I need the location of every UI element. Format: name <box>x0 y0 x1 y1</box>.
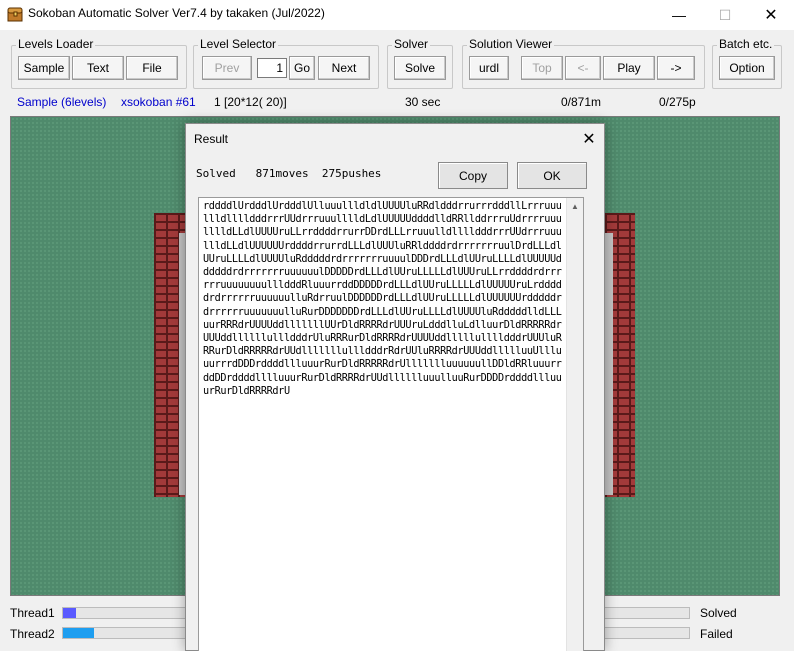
level-info: 1 [20*12( 20)] <box>214 95 287 109</box>
thread2-label: Thread2 <box>10 627 55 641</box>
level-number-input[interactable]: 1 <box>257 58 287 78</box>
solve-time: 30 sec <box>405 95 441 109</box>
solution-viewer-group: Solution Viewer urdl Top <- Play -> <box>462 37 705 89</box>
step-forward-button[interactable]: -> <box>657 56 695 80</box>
top-button[interactable]: Top <box>521 56 563 80</box>
maximize-icon[interactable]: ☐ <box>702 0 748 30</box>
thread1-progress-fill <box>63 608 76 618</box>
dialog-close-icon[interactable]: ✕ <box>578 128 600 150</box>
dialog-title: Result <box>194 132 229 146</box>
thread1-label: Thread1 <box>10 606 55 620</box>
text-button[interactable]: Text <box>72 56 124 80</box>
solver-group: Solver Solve <box>387 37 453 89</box>
result-dialog: Result ✕ Solved 871moves 275pushes Copy … <box>185 123 605 651</box>
file-button[interactable]: File <box>126 56 178 80</box>
solver-label: Solver <box>392 37 431 51</box>
level-name: xsokoban #61 <box>121 95 196 109</box>
minimize-icon[interactable]: — <box>656 0 702 30</box>
option-button[interactable]: Option <box>719 56 775 80</box>
title-bar: Sokoban Automatic Solver Ver7.4 by takak… <box>0 0 794 30</box>
thread1-state: Solved <box>700 606 737 620</box>
next-button[interactable]: Next <box>318 56 370 80</box>
level-selector-group: Level Selector Prev 1 Go Next <box>193 37 379 89</box>
floor-right <box>605 233 613 495</box>
treasure-chest-icon <box>7 7 23 22</box>
play-button[interactable]: Play <box>603 56 655 80</box>
window-title: Sokoban Automatic Solver Ver7.4 by takak… <box>28 6 325 20</box>
close-icon[interactable]: ✕ <box>748 0 794 30</box>
solution-viewer-label: Solution Viewer <box>467 37 555 51</box>
solve-button[interactable]: Solve <box>394 56 446 80</box>
sample-button[interactable]: Sample <box>18 56 70 80</box>
moves-counter: 0/871m <box>561 95 602 109</box>
result-summary: Solved 871moves 275pushes <box>196 167 382 180</box>
batch-group: Batch etc. Option <box>712 37 782 89</box>
level-selector-label: Level Selector <box>198 37 279 51</box>
scroll-up-icon[interactable]: ▲ <box>567 198 583 215</box>
step-back-button[interactable]: <- <box>565 56 601 80</box>
pushes-counter: 0/275p <box>659 95 696 109</box>
go-button[interactable]: Go <box>289 56 315 80</box>
thread2-progress-fill <box>63 628 95 638</box>
collection-name: Sample (6levels) <box>17 95 107 109</box>
solution-scrollbar[interactable]: ▲ <box>566 198 583 651</box>
prev-button[interactable]: Prev <box>202 56 252 80</box>
thread2-state: Failed <box>700 627 733 641</box>
urdl-button[interactable]: urdl <box>469 56 509 80</box>
copy-button[interactable]: Copy <box>438 162 508 189</box>
levels-loader-label: Levels Loader <box>16 37 96 51</box>
solution-text: rddddlUrdddlUrdddlUlluuullldldlUUUUluRRd… <box>203 201 562 397</box>
ok-button[interactable]: OK <box>517 162 587 189</box>
batch-label: Batch etc. <box>717 37 775 51</box>
solution-textarea[interactable]: rddddlUrdddlUrdddlUlluuullldldlUUUUluRRd… <box>198 197 584 651</box>
levels-loader-group: Levels Loader Sample Text File <box>11 37 187 89</box>
